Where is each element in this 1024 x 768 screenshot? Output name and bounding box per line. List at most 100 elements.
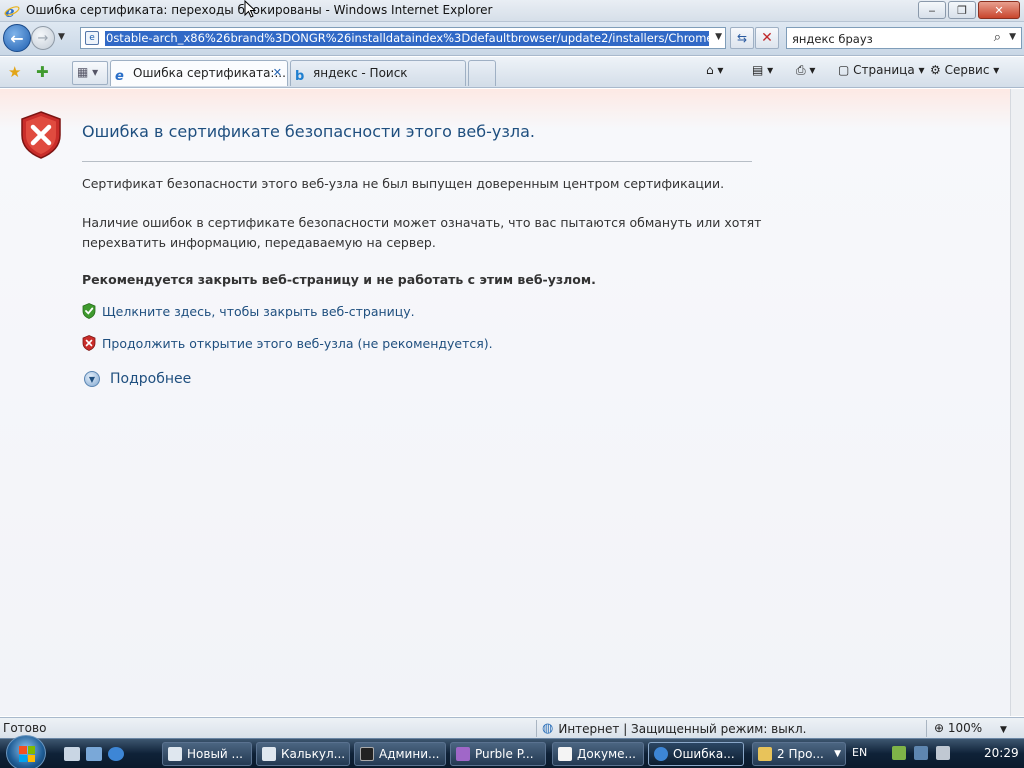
gear-icon: ⚙ [930,63,941,77]
bing-icon: b [295,69,305,84]
internet-explorer-icon: e [4,3,20,19]
red-shield-icon [82,335,96,351]
tab-label: яндекс - Поиск [313,66,408,80]
windows-logo-icon [19,746,35,762]
clock[interactable]: 20:29 [984,746,1019,760]
internet-explorer-quicklaunch-icon[interactable] [108,747,124,761]
page-icon: e [85,31,99,45]
zoom-icon: ⊕ [934,721,945,735]
print-icon[interactable]: ⎙ ▾ [796,63,815,78]
continue-link[interactable]: Продолжить открытие этого веб-узла (не р… [82,335,493,351]
tools-menu-label: Сервис [944,63,990,77]
divider [82,161,752,162]
home-icon[interactable]: ⌂ ▾ [706,63,723,77]
page-content: Ошибка в сертификате безопасности этого … [0,89,1010,716]
search-input[interactable]: яндекс брауз [792,32,873,46]
refresh-icon: ⇆ [736,31,748,45]
green-shield-icon [82,303,96,319]
add-favorite-icon[interactable]: ✚ [36,63,49,81]
switch-windows-icon[interactable] [86,747,102,761]
forward-arrow-icon: → [37,30,49,46]
maximize-button[interactable]: ❐ [948,1,976,19]
address-dropdown[interactable]: ▼ [715,32,722,42]
more-info-label[interactable]: Подробнее [110,371,191,387]
taskbar-item[interactable]: Новый ... [162,742,252,766]
group-dropdown-icon: ▼ [834,749,841,759]
feeds-icon[interactable]: ▤ ▾ [752,63,773,77]
taskbar-item-label: Калькул... [281,747,346,761]
status-separator [536,720,537,737]
search-icon[interactable]: ⌕ [994,30,1001,45]
taskbar-item-label: 2 Про... [777,747,824,761]
taskbar-item[interactable]: Докуме... [552,742,644,766]
close-window-button[interactable]: ✕ [978,1,1020,19]
security-zone[interactable]: ◍ Интернет | Защищенный режим: выкл. [542,721,806,736]
new-tab-button[interactable] [468,60,496,86]
volume-icon[interactable] [936,746,950,760]
page-menu-label: Страница [853,63,915,77]
close-tab-icon[interactable]: ✕ [273,61,282,85]
window-title: Ошибка сертификата: переходы блокированы… [26,3,493,17]
tray-app-icon[interactable] [892,746,906,760]
language-indicator[interactable]: EN [852,746,867,759]
globe-icon: ◍ [542,721,554,736]
taskbar-item[interactable]: Калькул... [256,742,350,766]
error-shield-icon [21,111,61,159]
taskbar-item-label: Ошибка... [673,747,735,761]
quick-tabs-button[interactable]: ▦ ▾ [72,61,108,85]
close-page-link-text[interactable]: Щелкните здесь, чтобы закрыть веб-страни… [102,304,415,319]
recent-pages-dropdown[interactable]: ▼ [58,32,65,42]
tab-label: Ошибка сертификата:... [133,66,286,80]
page-menu[interactable]: ▢ Страница ▾ [838,63,925,77]
address-url[interactable]: 0stable-arch_x86%26brand%3DONGR%26instal… [105,31,709,46]
close-page-link[interactable]: Щелкните здесь, чтобы закрыть веб-страни… [82,303,415,319]
network-icon[interactable] [914,746,928,760]
taskbar-item-active[interactable]: Ошибка... [648,742,744,766]
search-box[interactable]: яндекс брауз ⌕ ▼ [786,27,1022,49]
address-bar[interactable]: e 0stable-arch_x86%26brand%3DONGR%26inst… [80,27,726,49]
vertical-scrollbar[interactable] [1010,89,1024,716]
internet-explorer-icon [654,747,668,761]
tab-yandex-search[interactable]: b яндекс - Поиск [290,60,466,86]
folder-icon [168,747,182,761]
taskbar-item-label: Докуме... [577,747,636,761]
page-menu-icon: ▢ [838,63,850,77]
navigation-bar: ← → ▼ e 0stable-arch_x86%26brand%3DONGR%… [0,22,1024,56]
mouse-cursor-icon [244,0,256,18]
zoom-dropdown-icon: ▼ [1000,725,1007,735]
taskbar-item[interactable]: Purble P... [450,742,546,766]
purble-place-icon [456,747,470,761]
calculator-icon [262,747,276,761]
forward-button[interactable]: → [31,26,55,50]
taskbar-item[interactable]: Админи... [354,742,446,766]
back-arrow-icon: ← [10,28,24,48]
search-dropdown[interactable]: ▼ [1009,32,1016,42]
continue-link-text[interactable]: Продолжить открытие этого веб-узла (не р… [102,336,493,351]
show-desktop-icon[interactable] [64,747,80,761]
back-button[interactable]: ← [3,24,31,52]
taskbar-item-group[interactable]: 2 Про... ▼ [752,742,846,766]
taskbar-item-label: Purble P... [475,747,534,761]
refresh-button[interactable]: ⇆ [730,27,754,49]
status-separator [926,720,927,737]
tab-certificate-error[interactable]: e Ошибка сертификата:... ✕ [110,60,288,86]
page-title: Ошибка в сертификате безопасности этого … [82,122,535,141]
info-text: Сертификат безопасности этого веб-узла н… [82,176,725,191]
tools-menu[interactable]: ⚙ Сервис ▾ [930,63,999,77]
document-icon [558,747,572,761]
title-bar: e Ошибка сертификата: переходы блокирова… [0,0,1024,22]
minimize-button[interactable]: ‒ [918,1,946,19]
stop-button[interactable]: ✕ [755,27,779,49]
status-text: Готово [3,721,47,735]
system-tray [892,746,950,760]
recommendation-text: Рекомендуется закрыть веб-страницу и не … [82,272,596,287]
more-info-toggle[interactable]: ▼ Подробнее [84,371,191,387]
favorites-star-icon[interactable]: ★ [8,63,21,81]
ie-page-icon: e [115,69,124,84]
command-prompt-icon [360,747,374,761]
taskbar-item-label: Админи... [379,747,440,761]
explorer-folder-icon [758,747,772,761]
quick-tabs-icon: ▦ ▾ [77,65,99,79]
start-button[interactable] [6,735,46,768]
zoom-control[interactable]: ⊕ 100% ▼ [934,721,1007,735]
